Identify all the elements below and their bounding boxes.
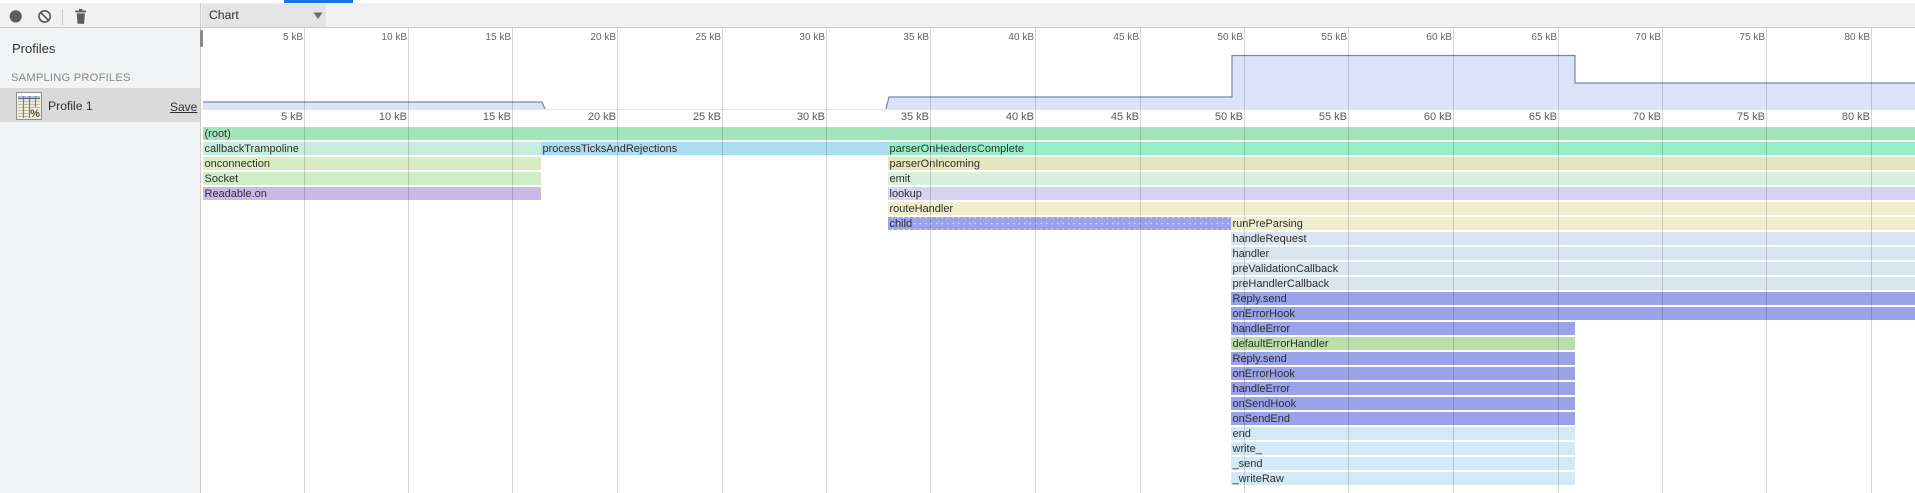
svg-text:%: % [30,108,40,120]
